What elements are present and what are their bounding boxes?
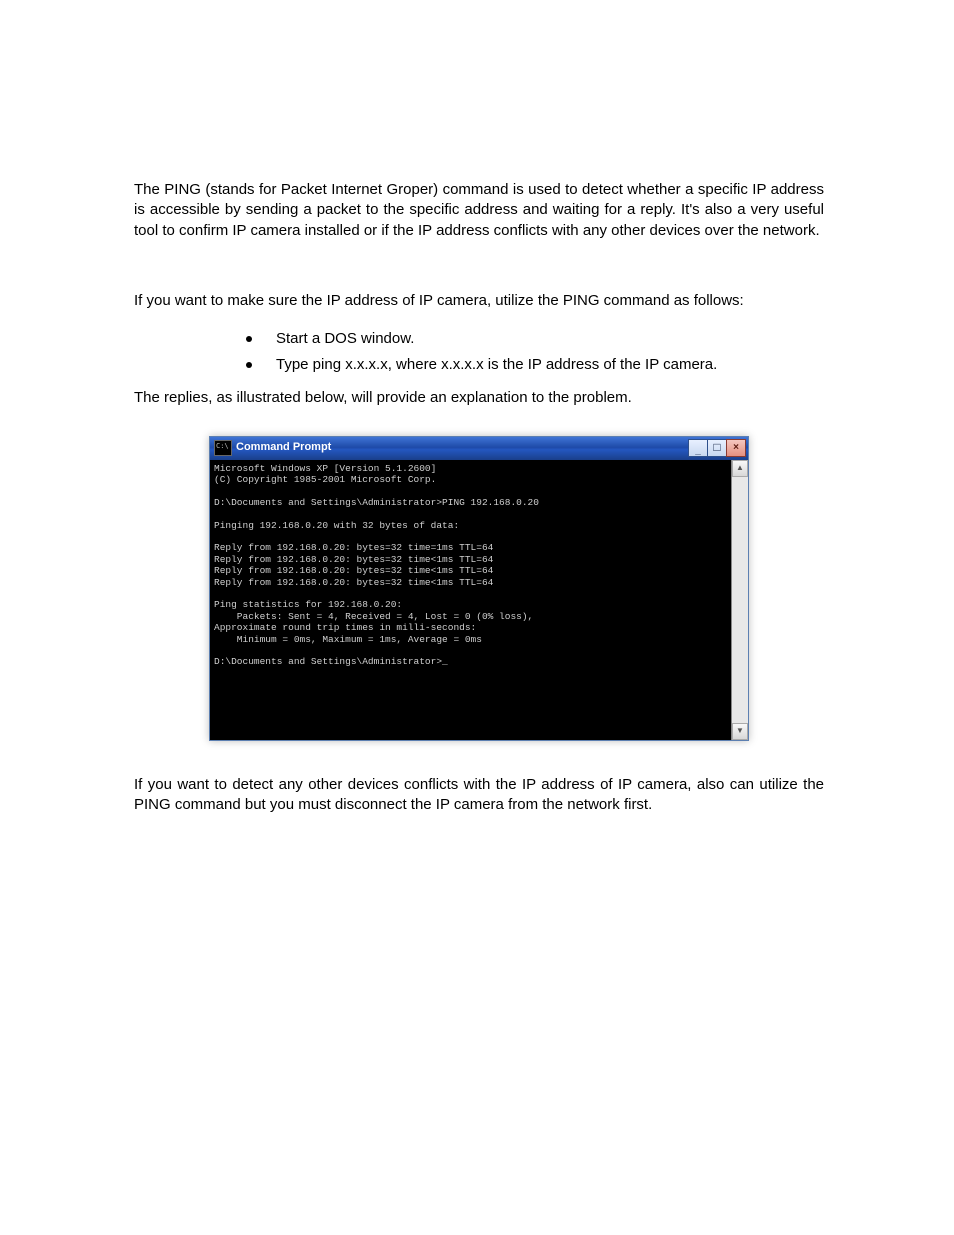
list-item: Start a DOS window.: [246, 329, 824, 349]
bullet-icon: [246, 362, 252, 368]
close-icon: ×: [733, 442, 739, 455]
maximize-icon: □: [713, 440, 720, 455]
bullet-list: Start a DOS window. Type ping x.x.x.x, w…: [134, 329, 824, 376]
paragraph-howto: If you want to make sure the IP address …: [134, 291, 824, 311]
scroll-down-button[interactable]: ▼: [732, 723, 748, 740]
maximize-button[interactable]: □: [707, 439, 727, 457]
titlebar[interactable]: Command Prompt _ □ ×: [210, 437, 748, 460]
list-item-text: Type ping x.x.x.x, where x.x.x.x is the …: [276, 356, 717, 373]
bullet-icon: [246, 336, 252, 342]
arrow-up-icon: ▲: [736, 463, 744, 473]
minimize-button[interactable]: _: [688, 439, 708, 457]
paragraph-conflict: If you want to detect any other devices …: [134, 775, 824, 816]
cmd-body: Microsoft Windows XP [Version 5.1.2600] …: [210, 460, 748, 740]
list-item-text: Start a DOS window.: [276, 330, 414, 347]
scroll-up-button[interactable]: ▲: [732, 460, 748, 477]
minimize-icon: _: [695, 445, 701, 458]
window-controls: _ □ ×: [689, 439, 746, 457]
list-item: Type ping x.x.x.x, where x.x.x.x is the …: [246, 355, 824, 375]
scroll-track[interactable]: [732, 477, 748, 723]
paragraph-intro: The PING (stands for Packet Internet Gro…: [134, 180, 824, 241]
terminal-output[interactable]: Microsoft Windows XP [Version 5.1.2600] …: [210, 460, 731, 740]
command-prompt-window: Command Prompt _ □ × Microsoft Windows X…: [209, 436, 749, 741]
scrollbar[interactable]: ▲ ▼: [731, 460, 748, 740]
paragraph-replies: The replies, as illustrated below, will …: [134, 388, 824, 408]
spacer: [134, 259, 824, 291]
document-page: The PING (stands for Packet Internet Gro…: [0, 0, 954, 1235]
arrow-down-icon: ▼: [736, 726, 744, 736]
close-button[interactable]: ×: [726, 439, 746, 457]
window-title: Command Prompt: [236, 441, 689, 455]
cmd-icon: [214, 440, 232, 456]
